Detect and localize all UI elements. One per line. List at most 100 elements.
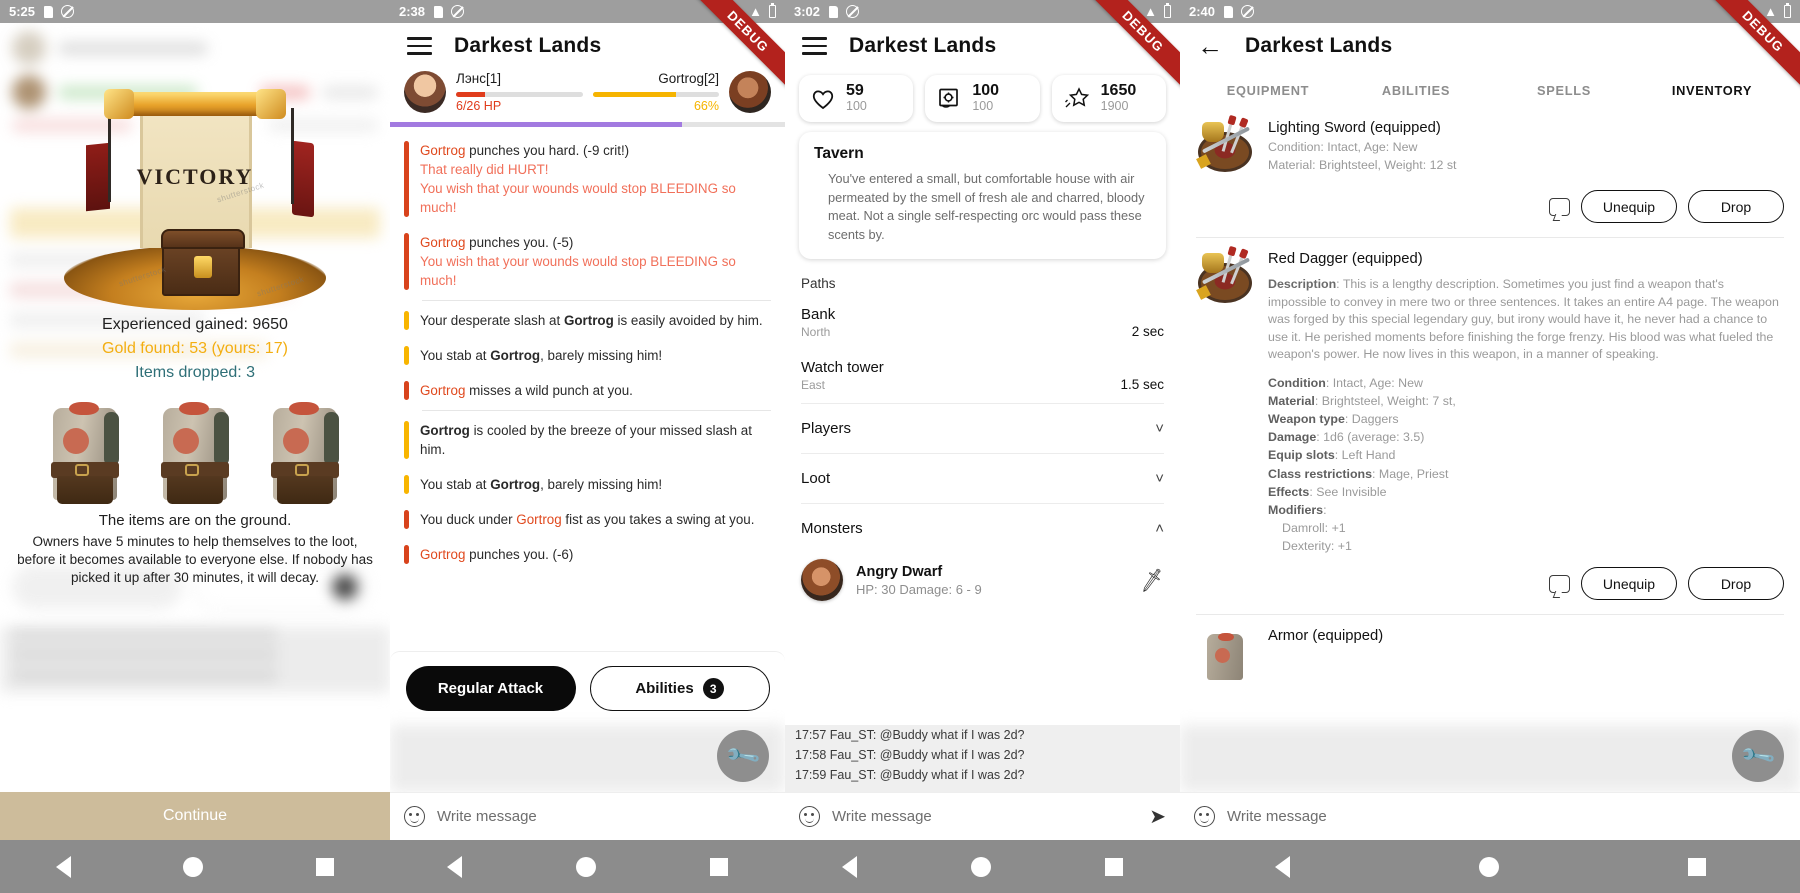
stat-experience[interactable]: 1650 1900 [1051,75,1166,122]
path-row-watchtower[interactable]: Watch tower East 1.5 sec [785,350,1180,403]
continue-button[interactable]: Continue [0,792,390,840]
wrench-icon[interactable]: 🔧 [717,730,769,782]
combatants-header: Лэнс[1] 6/26 HP Gortrog[2] 66% [390,69,785,113]
nav-recents-button[interactable] [315,857,334,876]
inventory-item[interactable]: Lighting Sword (equipped) Condition: Int… [1180,109,1800,184]
nav-back-button[interactable] [842,855,857,878]
wrench-icon[interactable]: 🔧 [1732,730,1784,782]
send-icon[interactable]: ➤ [1149,804,1166,829]
message-input-placeholder[interactable]: Write message [832,808,932,825]
loot-item[interactable] [47,400,123,504]
nav-back-button[interactable] [56,855,72,878]
nav-back-button[interactable] [1274,855,1290,878]
app-bar: Darkest Lands [390,23,785,69]
battle-summary: Experienced gained: 9650 Gold found: 53 … [0,316,390,382]
inventory-item[interactable]: Armor (equipped) [1180,617,1800,692]
path-name: Bank [801,306,836,324]
sword-icon[interactable]: 🗡 [1137,566,1166,595]
path-row-bank[interactable]: Bank North 2 sec [785,297,1180,350]
log-entry: Gortrog punches you. (-5) You wish that … [390,225,785,298]
nav-back-button[interactable] [447,855,462,878]
message-input-placeholder[interactable]: Write message [1227,808,1327,825]
message-bar[interactable]: Write message [1180,792,1800,840]
drop-button[interactable]: Drop [1688,190,1784,223]
drop-button[interactable]: Drop [1688,567,1784,601]
abilities-button[interactable]: Abilities 3 [589,666,770,711]
experience-gained: Experienced gained: 9650 [102,316,288,333]
nav-home-button[interactable] [183,856,204,877]
stat-value: 59 [846,82,864,100]
stat-health[interactable]: 59 100 [799,75,914,122]
chevron-down-icon: ˅ [1155,420,1164,438]
app-bar: Darkest Lands [785,23,1180,69]
victory-banner-image: VICTORY shutterstock shutterstock shutte… [56,89,334,310]
scroll-icon [939,88,959,108]
section-loot[interactable]: Loot ˅ [785,454,1180,503]
loot-item[interactable] [157,400,233,504]
comment-icon[interactable] [1549,197,1570,216]
tab-abilities[interactable]: ABILITIES [1342,73,1490,109]
item-name: Armor (equipped) [1268,628,1384,645]
message-bar[interactable]: Write message ➤ [785,792,1180,840]
victory-title: VICTORY [136,164,254,189]
stat-val: : Daggers [1344,412,1399,427]
loot-item[interactable] [267,400,343,504]
status-time: 3:02 [794,4,821,19]
path-name: Watch tower [801,359,884,377]
status-bar: 3:02 ▲ [785,0,1180,23]
section-players[interactable]: Players ˅ [785,404,1180,453]
log-entry: You duck under Gortrog fist as you takes… [390,502,785,537]
message-bar[interactable]: Write message [390,792,785,840]
back-arrow-icon[interactable]: ← [1197,33,1223,59]
player-hp-bar [456,92,583,97]
nav-home-button[interactable] [576,856,596,877]
combat-log[interactable]: Gortrog punches you hard. (-9 crit!) Tha… [390,127,785,572]
enemy-avatar[interactable] [729,71,771,113]
nav-recents-button[interactable] [710,857,728,876]
do-not-disturb-icon [1241,5,1255,18]
nav-recents-button[interactable] [1105,857,1123,876]
menu-icon[interactable] [802,32,827,59]
path-time: 1.5 sec [1120,377,1164,393]
tab-inventory[interactable]: INVENTORY [1638,73,1786,109]
stat-key: Condition [1268,376,1326,391]
stat-max: 100 [972,99,994,114]
unequip-button[interactable]: Unequip [1581,190,1677,223]
emoji-icon[interactable] [1194,806,1215,827]
stat-key: Equip slots [1268,448,1335,463]
monster-stats: HP: 30 Damage: 6 - 9 [856,581,982,597]
message-input-placeholder[interactable]: Write message [437,808,537,825]
emoji-icon[interactable] [404,806,425,827]
screenshot-strip: 5:25 VICTORY shutterstock shutterstock s… [0,0,1800,893]
item-icon-armor [1196,628,1254,686]
battery-icon [1164,2,1171,18]
emoji-icon[interactable] [799,806,820,827]
chat-log[interactable]: 17:57 Fau_ST: @Buddy what if I was 2d? 1… [785,725,1180,792]
nav-recents-button[interactable] [1687,857,1706,876]
item-icon-lighting-sword [1196,120,1254,178]
player-avatar[interactable] [404,71,446,113]
menu-icon[interactable] [407,32,432,59]
item-actions: Unequip Drop [1180,561,1800,612]
monster-row[interactable]: Angry Dwarf HP: 30 Damage: 6 - 9 🗡 [785,553,1180,613]
android-nav-bar [0,840,390,893]
stat-max: 1900 [1100,99,1129,114]
section-monsters[interactable]: Monsters ˄ [785,504,1180,553]
stat-val: : [1323,502,1327,517]
nav-home-button[interactable] [1478,856,1499,877]
description-label: Description [1268,277,1337,291]
tab-spells[interactable]: SPELLS [1490,73,1638,109]
paths-label: Paths [801,276,836,292]
stat-mana[interactable]: 100 100 [925,75,1040,122]
stat-key: Weapon type [1268,412,1345,427]
enemy-name: Gortrog[2] [658,71,719,86]
inventory-item[interactable]: Red Dagger (equipped) Description: This … [1180,240,1800,561]
nav-home-button[interactable] [971,856,991,877]
status-time: 2:38 [399,4,426,19]
unequip-button[interactable]: Unequip [1581,567,1677,601]
regular-attack-button[interactable]: Regular Attack [405,666,576,711]
path-direction: East [801,378,826,393]
stat-val: : 1d6 (average: 3.5) [1316,430,1425,445]
tab-equipment[interactable]: EQUIPMENT [1194,73,1342,109]
comment-icon[interactable] [1549,574,1570,593]
